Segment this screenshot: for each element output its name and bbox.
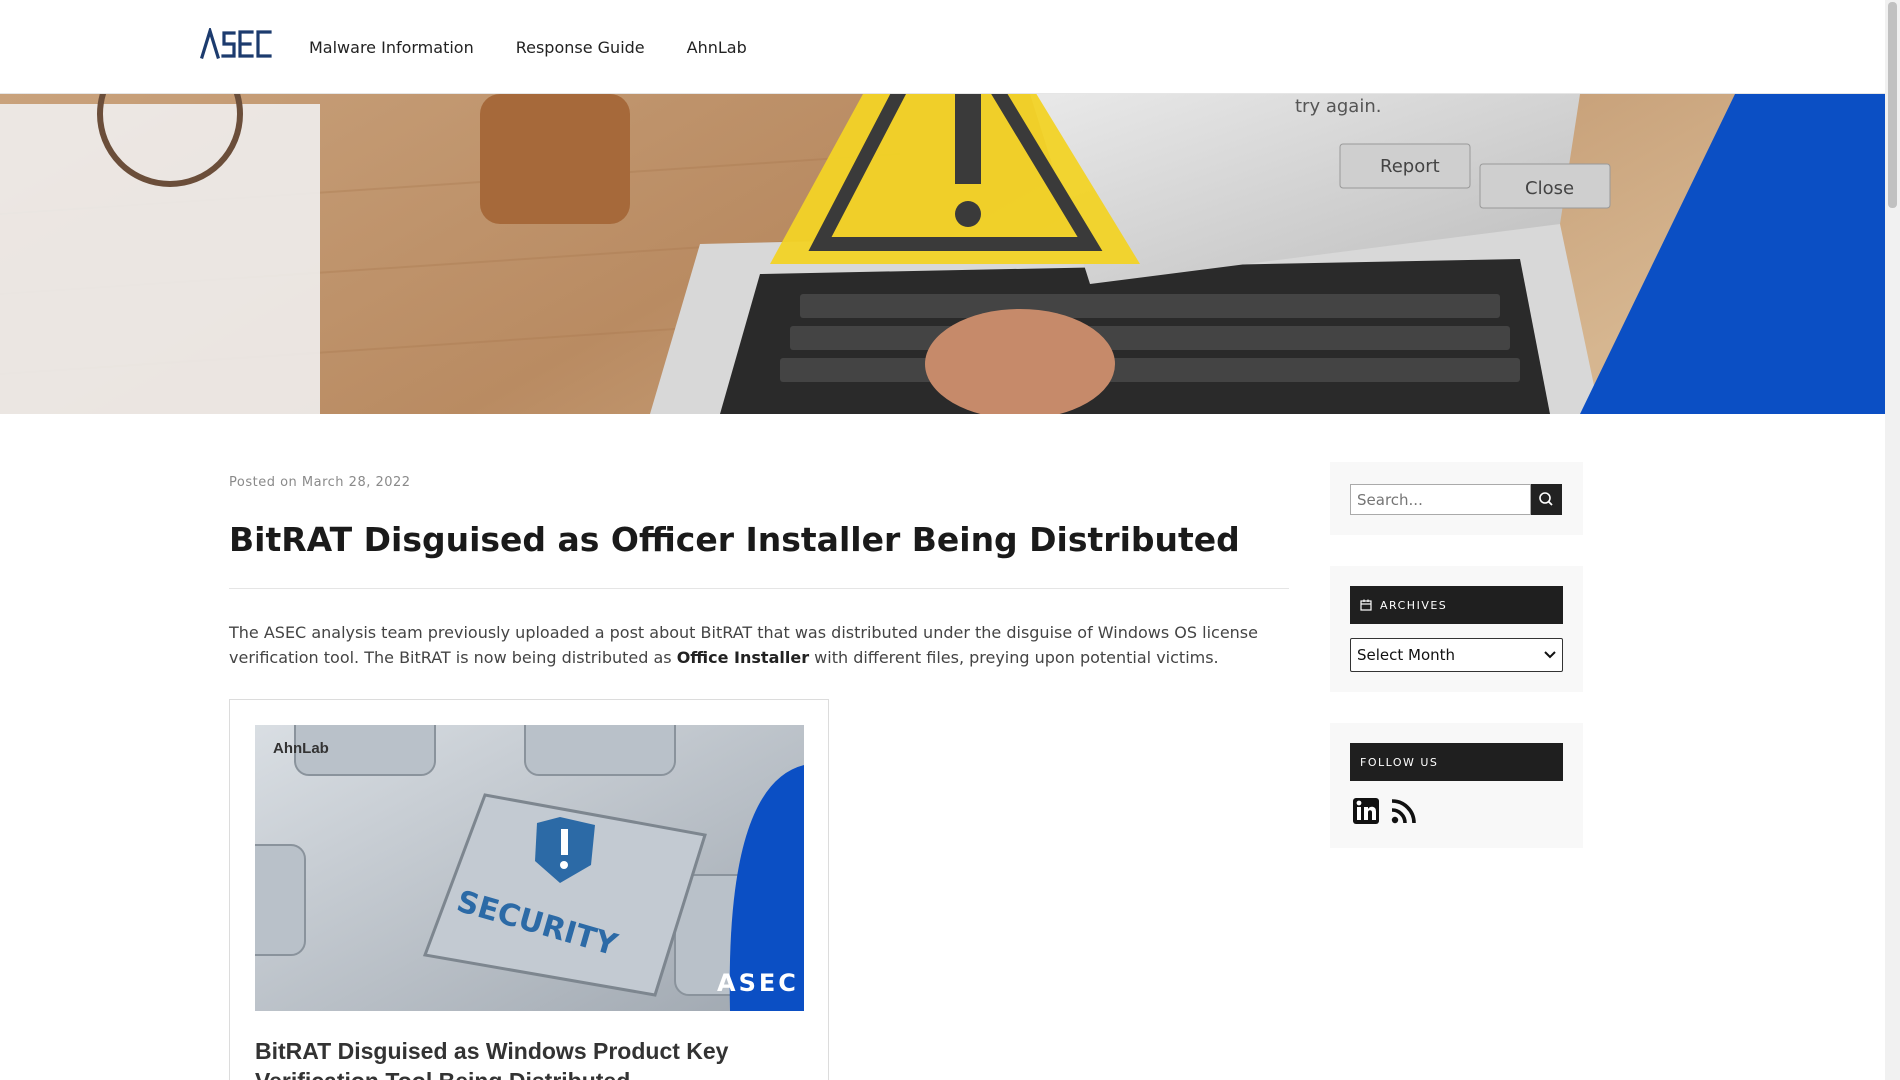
scrollbar-thumb[interactable]	[1888, 2, 1897, 208]
security-key-image: SECURITY AhnLab ASEC	[255, 725, 804, 1011]
nav-ahnlab[interactable]: AhnLab	[687, 38, 747, 57]
calendar-icon	[1360, 599, 1372, 611]
search-button[interactable]	[1531, 484, 1562, 515]
hero-close-text: Close	[1525, 178, 1574, 199]
posted-label: Posted on	[229, 475, 298, 490]
post-title: BitRAT Disguised as Officer Installer Be…	[229, 520, 1240, 559]
post-meta: Posted on March 28, 2022	[229, 475, 411, 490]
rss-icon[interactable]	[1390, 797, 1418, 825]
search-icon	[1539, 492, 1553, 506]
related-post-card[interactable]: SECURITY AhnLab ASEC BitRAT Disguised as…	[229, 699, 829, 1080]
search-input[interactable]	[1350, 484, 1531, 515]
archives-month-select[interactable]: Select Month	[1350, 638, 1563, 672]
archives-title-bar: ARCHIVES	[1350, 586, 1563, 624]
post-date-link[interactable]: March 28, 2022	[302, 475, 411, 490]
related-post-thumbnail[interactable]: SECURITY AhnLab ASEC	[255, 725, 804, 1011]
ahnlab-watermark: AhnLab	[273, 740, 329, 757]
hero-banner: try again. Report Close	[0, 94, 1885, 414]
main-nav: Malware Information Response Guide AhnLa…	[309, 0, 747, 94]
month-select-value: Select Month	[1357, 646, 1456, 664]
search-widget	[1330, 462, 1583, 535]
linkedin-icon[interactable]	[1352, 797, 1380, 825]
page-scrollbar[interactable]	[1885, 0, 1900, 1080]
hero-report-text: Report	[1380, 156, 1440, 177]
asec-logo-graphic	[200, 25, 272, 59]
chevron-down-icon	[1544, 651, 1556, 659]
intro-text-2: with different files, preying upon poten…	[809, 648, 1219, 667]
follow-widget: FOLLOW US	[1330, 723, 1583, 848]
post-intro: The ASEC analysis team previously upload…	[229, 620, 1289, 670]
title-divider	[229, 588, 1289, 589]
related-post-title[interactable]: BitRAT Disguised as Windows Product Key …	[255, 1036, 804, 1080]
archives-widget: ARCHIVES Select Month	[1330, 566, 1583, 692]
asec-logo[interactable]	[200, 25, 274, 60]
nav-malware-information[interactable]: Malware Information	[309, 38, 474, 57]
nav-response-guide[interactable]: Response Guide	[516, 38, 645, 57]
hero-image: try again. Report Close	[0, 94, 1885, 414]
site-header: Malware Information Response Guide AhnLa…	[0, 0, 1885, 94]
follow-title: FOLLOW US	[1360, 755, 1439, 769]
archives-title: ARCHIVES	[1380, 598, 1448, 612]
asec-watermark: ASEC	[717, 969, 799, 997]
follow-title-bar: FOLLOW US	[1350, 743, 1563, 781]
social-links	[1352, 797, 1418, 825]
hero-dialog-text: try again.	[1295, 96, 1381, 117]
intro-bold-office-installer: Office Installer	[676, 648, 810, 667]
